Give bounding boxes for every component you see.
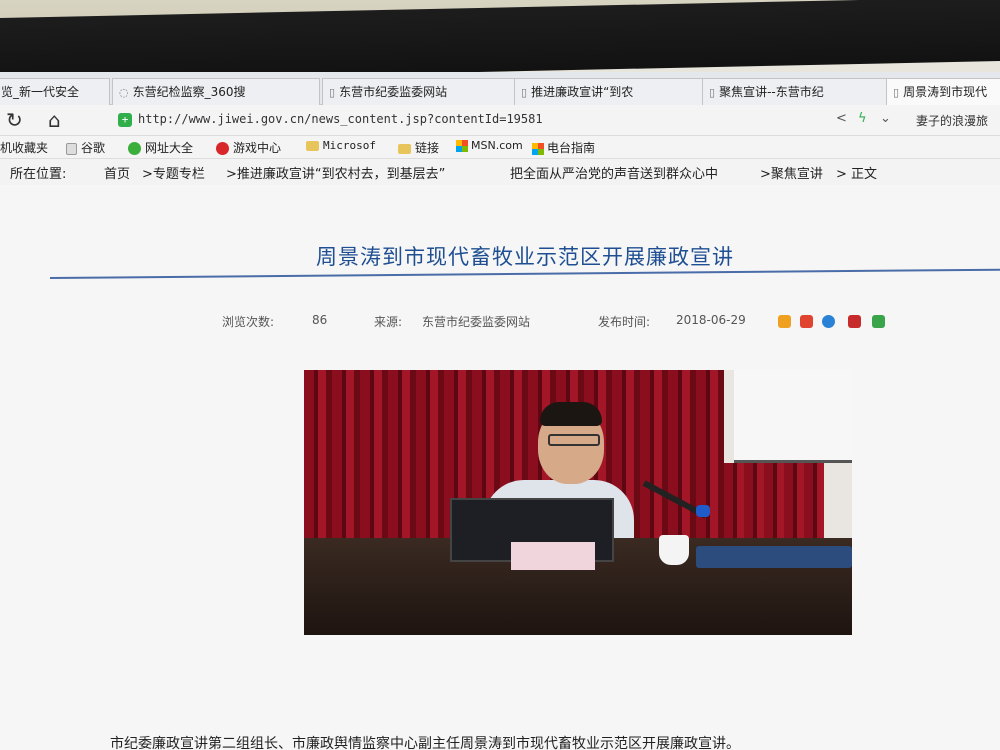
views-label: 浏览次数: <box>222 315 275 329</box>
url-text: http://www.jiwei.gov.cn/news_content.jsp… <box>138 112 543 126</box>
tab-label: 推进廉政宣讲“到农 <box>531 85 634 99</box>
photo-caption: 市纪委廉政宣讲第二组组长、市廉政舆情监察中心副主任周景涛到市现代畜牧业示范区开展… <box>110 736 740 750</box>
tab-5[interactable]: ▯ 聚焦宣讲--东营市纪 <box>702 78 890 105</box>
article-photo <box>304 370 852 635</box>
breadcrumb-campaign-subtitle[interactable]: 把全面从严治党的声音送到群众心中 <box>510 163 718 182</box>
photo-glasses <box>548 434 600 446</box>
date-label: 发布时间: <box>598 315 651 329</box>
photo-teacup <box>659 535 689 565</box>
breadcrumb-current: > 正文 <box>836 167 878 182</box>
security-shield-icon: + <box>118 112 132 127</box>
breadcrumb: 所在位置: 首页 >专题专栏 >推进廉政宣讲“到农村去，到基层去” 把全面从严治… <box>0 160 1000 184</box>
lightning-icon[interactable]: ϟ <box>858 111 867 126</box>
tab-bar: 览_新一代安全 ◌ 东营纪检监察_360搜 ▯ 东营市纪委监委网站 ▯ 推进廉政宣讲“… <box>0 72 1000 105</box>
game-icon <box>216 142 229 155</box>
tab-6-active[interactable]: ▯ 周景涛到市现代 <box>886 78 1000 105</box>
sidebar-news-text[interactable]: 妻子的浪漫旅 <box>916 112 988 129</box>
folder-icon <box>306 141 319 151</box>
bookmarks-bar: 机收藏夹 谷歌 网址大全 游戏中心 Microsof 链接 MSN.com 电台… <box>0 136 1000 159</box>
windows-icon <box>532 142 544 155</box>
breadcrumb-focus[interactable]: >聚焦宣讲 <box>760 163 823 182</box>
photo-nameplate <box>511 542 595 570</box>
bookmark-label: 链接 <box>415 141 440 155</box>
browser-screen: 览_新一代安全 ◌ 东营纪检监察_360搜 ▯ 东营市纪委监委网站 ▯ 推进廉政宣讲“… <box>0 72 1000 750</box>
share-renren-icon[interactable] <box>848 315 861 328</box>
page-icon: ▯ <box>521 86 528 99</box>
photo-bag <box>696 546 852 568</box>
globe-icon <box>128 142 141 155</box>
source-label: 来源: <box>374 315 403 329</box>
page-title: 周景涛到市现代畜牧业示范区开展廉政宣讲 <box>316 245 734 269</box>
share-qzone-icon[interactable] <box>778 315 791 328</box>
page-icon: ▯ <box>709 86 716 99</box>
home-icon[interactable]: ⌂ <box>48 108 61 132</box>
breadcrumb-home[interactable]: 首页 <box>104 163 130 182</box>
tab-1[interactable]: 览_新一代安全 <box>0 78 110 105</box>
loading-icon: ◌ <box>119 86 129 99</box>
tab-label: 东营纪检监察_360搜 <box>132 85 246 99</box>
share-weibo-icon[interactable] <box>800 315 813 328</box>
address-toolbar: ↻ ⌂ + http://www.jiwei.gov.cn/news_conten… <box>0 105 1000 136</box>
windows-icon <box>456 140 468 152</box>
bookmark-label: 谷歌 <box>81 141 106 155</box>
bookmark-links[interactable]: 链接 <box>398 139 439 156</box>
bookmark-google[interactable]: 谷歌 <box>66 139 105 156</box>
share-tencent-icon[interactable] <box>822 315 835 328</box>
tab-label: 聚焦宣讲--东营市纪 <box>719 85 824 99</box>
breadcrumb-prefix: 所在位置: <box>10 167 67 182</box>
breadcrumb-campaign[interactable]: >推进廉政宣讲“到农村去，到基层去” <box>226 163 445 182</box>
bookmark-label: 网址大全 <box>145 141 194 155</box>
article-content: 周景涛到市现代畜牧业示范区开展廉政宣讲 浏览次数: 86 来源: 东营市纪委监委… <box>0 185 1000 750</box>
bookmark-label: MSN.com <box>471 139 523 152</box>
bookmark-favorites[interactable]: 机收藏夹 <box>0 139 48 156</box>
bookmark-label: 游戏中心 <box>233 141 282 155</box>
page-icon: ▯ <box>329 86 336 99</box>
photo-speaker-hair <box>540 402 602 426</box>
tab-2[interactable]: ◌ 东营纪检监察_360搜 <box>112 78 320 105</box>
page-icon: ▯ <box>893 86 900 99</box>
share-wechat-icon[interactable] <box>872 315 885 328</box>
share-icon[interactable]: < <box>836 111 847 126</box>
bookmark-label: 电台指南 <box>547 141 596 155</box>
tab-label: 周景涛到市现代 <box>903 85 988 99</box>
tab-4[interactable]: ▯ 推进廉政宣讲“到农 <box>514 78 706 105</box>
bookmark-radio-guide[interactable]: 电台指南 <box>532 139 595 156</box>
bookmark-msn[interactable]: MSN.com <box>456 139 523 152</box>
bookmark-label: Microsof <box>323 139 376 152</box>
tab-3[interactable]: ▯ 东营市纪委监委网站 <box>322 78 520 105</box>
tab-label: 览_新一代安全 <box>1 85 80 99</box>
source-value: 东营市纪委监委网站 <box>422 315 531 329</box>
tab-label: 东营市纪委监委网站 <box>339 85 448 99</box>
bookmark-game-center[interactable]: 游戏中心 <box>216 139 281 156</box>
photo-microphone-head <box>696 505 710 517</box>
chevron-down-icon[interactable]: ⌄ <box>880 111 891 126</box>
address-bar[interactable]: + http://www.jiwei.gov.cn/news_content.js… <box>118 108 818 130</box>
photo-projector-screen <box>734 370 852 463</box>
bookmark-microsoft[interactable]: Microsof <box>306 139 376 152</box>
refresh-icon[interactable]: ↻ <box>6 108 23 132</box>
page-icon <box>66 142 77 155</box>
breadcrumb-special-column[interactable]: >专题专栏 <box>142 163 205 182</box>
bookmark-site-directory[interactable]: 网址大全 <box>128 139 193 156</box>
date-value: 2018-06-29 <box>676 313 746 327</box>
folder-icon <box>398 143 411 154</box>
views-count: 86 <box>312 313 328 327</box>
